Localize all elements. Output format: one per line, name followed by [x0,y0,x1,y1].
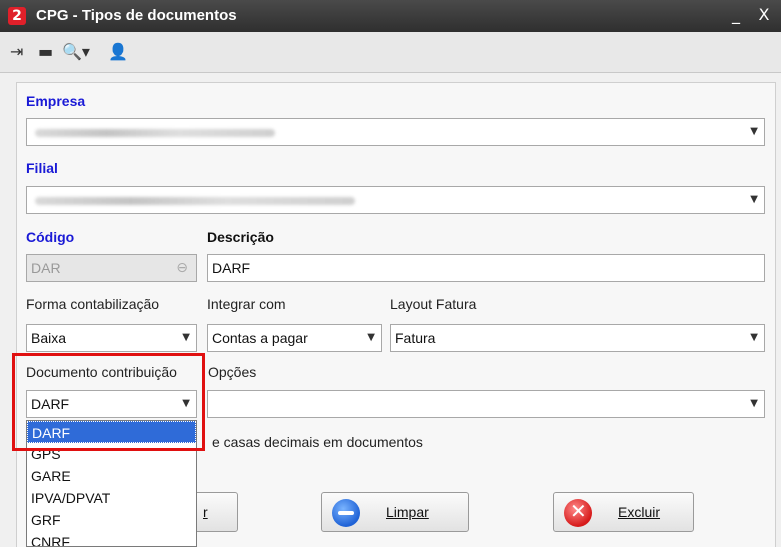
codigo-value: DAR [31,260,61,276]
layout-fatura-value: Fatura [395,330,436,346]
documento-contribuicao-value: DARF [31,396,70,412]
decimal-places-option-label: e casas decimais em documentos [212,434,423,450]
chevron-down-icon: ▼ [750,398,758,409]
dropdown-option[interactable]: CNRF [27,531,196,546]
descricao-value: DARF [212,260,251,276]
chevron-down-icon: ▼ [367,332,375,343]
chevron-down-icon: ▼ [182,398,190,409]
integrar-com-label: Integrar com [207,296,286,312]
excluir-button-label: Excluir [618,504,661,520]
opcoes-label: Opções [208,364,257,380]
toolbar: ⇥ ▬ 🔍▾ 👤 [0,32,781,73]
codigo-label: Código [26,229,75,245]
integrar-com-select[interactable]: Contas a pagar ▼ [207,324,382,352]
redacted-text [35,129,275,137]
filial-label: Filial [26,160,58,176]
forma-contabilizacao-value: Baixa [31,330,67,346]
dropdown-option[interactable]: IPVA/DPVAT [27,487,196,509]
exit-icon[interactable]: ⇥ [10,42,23,62]
chevron-down-icon: ▼ [182,332,190,343]
card-icon[interactable]: ▬ [38,42,53,62]
user-icon[interactable]: 👤 [108,42,128,62]
empresa-label: Empresa [26,93,86,109]
dropdown-option[interactable]: GRF [27,509,196,531]
zoom-icon: ⊖ [176,260,188,276]
chevron-down-icon: ▼ [750,194,758,205]
filial-select[interactable]: ▼ [26,186,765,214]
descricao-field[interactable]: DARF [207,254,765,282]
app-window: 2 CPG - Tipos de documentos _ X ⇥ ▬ 🔍▾ 👤… [0,0,781,547]
redacted-text [35,197,355,205]
dropdown-option[interactable]: GPS [27,443,196,465]
layout-fatura-select[interactable]: Fatura ▼ [390,324,765,352]
window-title: CPG - Tipos de documentos [36,7,237,24]
limpar-button[interactable]: Limpar [321,492,469,532]
excluir-button[interactable]: ✕ Excluir [553,492,694,532]
documento-contribuicao-label: Documento contribuição [26,364,177,380]
descricao-label: Descrição [207,229,274,245]
forma-contabilizacao-label: Forma contabilização [26,296,160,312]
documento-contribuicao-select[interactable]: DARF ▼ [26,390,197,418]
x-mark-icon: ✕ [570,499,587,523]
minimize-button[interactable]: _ [726,5,746,25]
chevron-down-icon: ▼ [750,126,758,137]
limpar-button-label: Limpar [386,504,429,520]
dropdown-option[interactable]: GARE [27,465,196,487]
save-button-label: r [203,504,208,520]
forma-contabilizacao-select[interactable]: Baixa ▼ [26,324,197,352]
app-logo-icon: 2 [8,7,26,25]
search-icon[interactable]: 🔍▾ [62,42,90,62]
title-bar: 2 CPG - Tipos de documentos _ X [0,0,781,32]
layout-fatura-label: Layout Fatura [390,296,477,312]
close-button[interactable]: X [754,5,774,25]
dropdown-option[interactable]: DARF [27,421,196,443]
documento-contribuicao-dropdown[interactable]: DARF GPS GARE IPVA/DPVAT GRF CNRF [26,420,197,547]
opcoes-select[interactable]: ▼ [207,390,765,418]
empresa-select[interactable]: ▼ [26,118,765,146]
integrar-com-value: Contas a pagar [212,330,308,346]
chevron-down-icon: ▼ [750,332,758,343]
codigo-field: DAR ⊖ [26,254,197,282]
minus-icon-bar [338,511,354,515]
